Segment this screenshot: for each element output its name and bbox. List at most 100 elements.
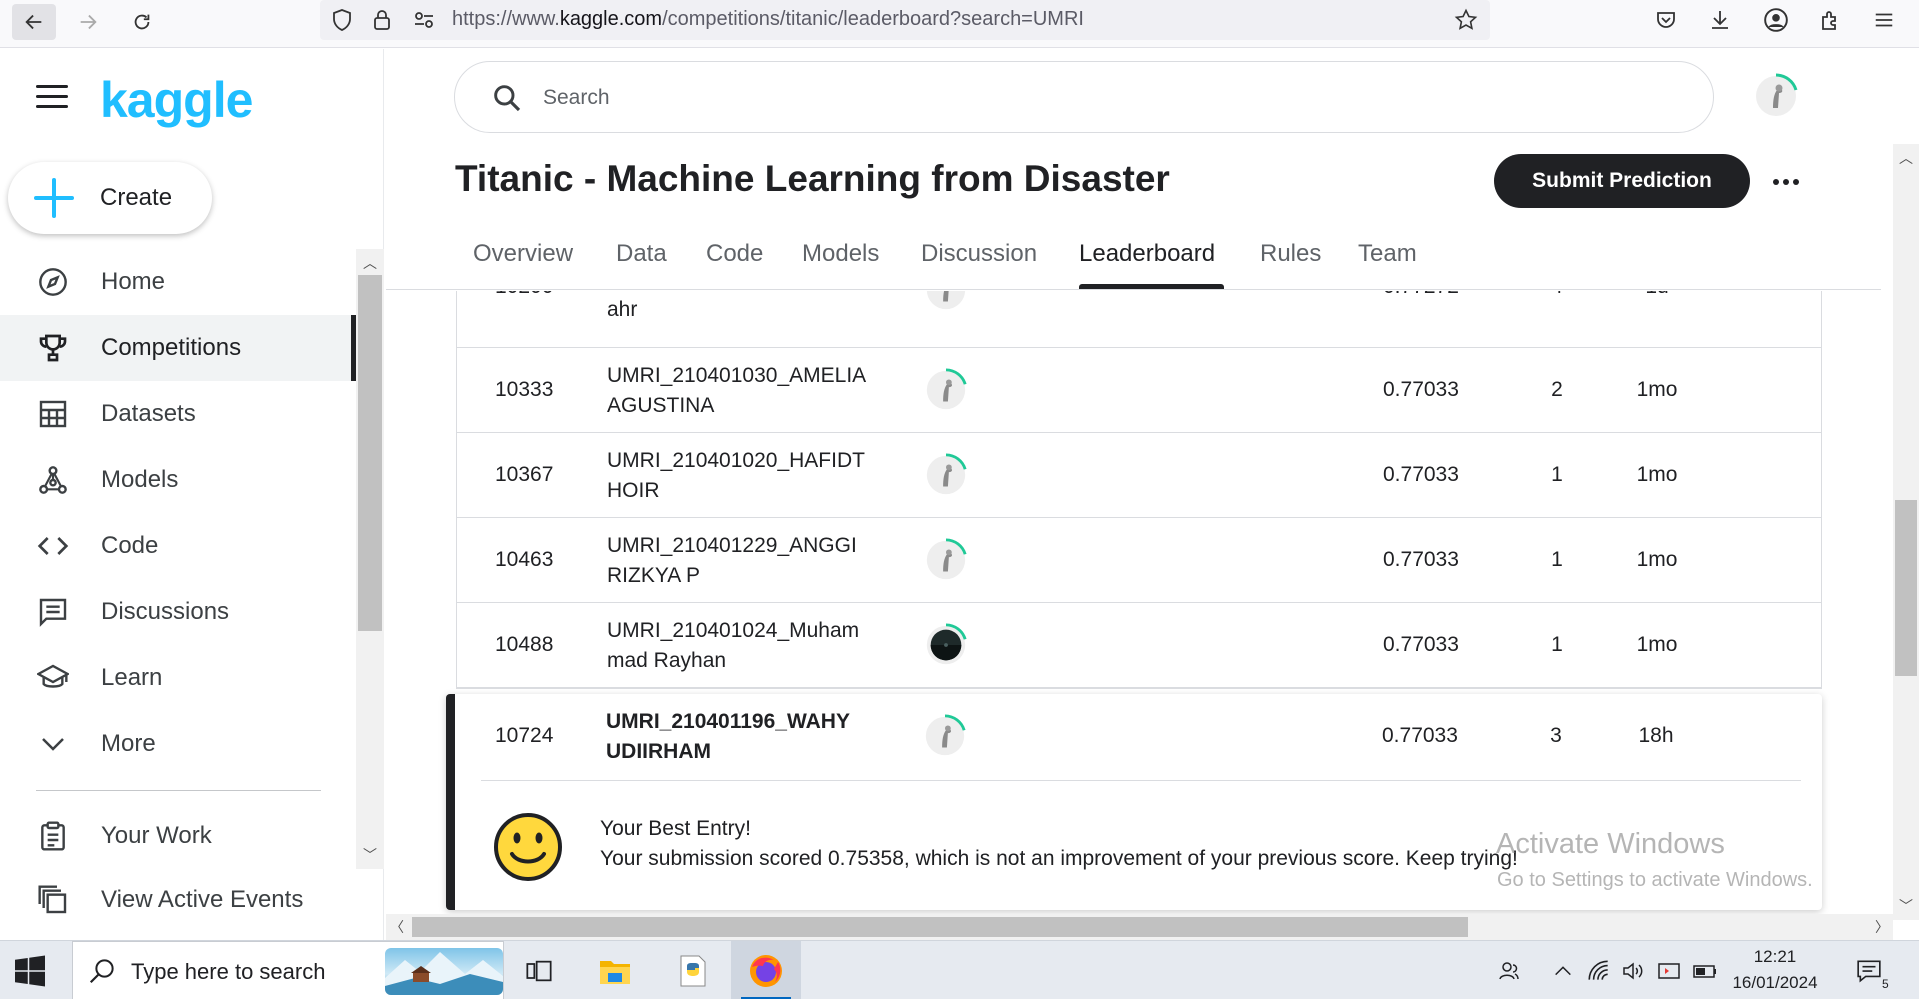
page-vertical-scrollbar[interactable]: ︿ ﹀ [1893, 144, 1919, 920]
team-name-cell[interactable]: UMRI_210401030_AMELIA AGUSTINA [607, 361, 887, 421]
menu-icon[interactable] [1870, 6, 1898, 34]
sidebar-item-more[interactable]: More [0, 711, 356, 777]
scroll-down-icon[interactable]: ﹀ [363, 845, 377, 865]
chevron-up-icon[interactable] [1550, 958, 1576, 984]
team-avatar[interactable] [923, 622, 969, 668]
reload-button[interactable] [120, 4, 164, 40]
clock-date[interactable]: 16/01/2024 [1712, 973, 1838, 993]
scroll-up-icon[interactable]: ︿ [1899, 148, 1913, 168]
sidebar-item-learn[interactable]: Learn [0, 645, 356, 711]
pocket-icon[interactable] [1652, 6, 1680, 34]
tab-data[interactable]: Data [616, 240, 667, 268]
lock-icon[interactable] [370, 8, 394, 32]
team-avatar[interactable] [923, 537, 969, 583]
back-button[interactable] [12, 4, 56, 40]
kaggle-logo[interactable]: kaggle [100, 71, 253, 129]
bookmark-star-icon[interactable] [1454, 8, 1478, 32]
clock-time[interactable]: 12:21 [1730, 947, 1820, 967]
sidebar-item-your-work[interactable]: Your Work [0, 803, 356, 869]
shield-icon[interactable] [330, 8, 354, 32]
user-avatar[interactable] [1752, 72, 1800, 120]
sidebar-item-datasets[interactable]: Datasets [0, 381, 356, 447]
sidebar-item-discussions[interactable]: Discussions [0, 579, 356, 645]
submit-prediction-button[interactable]: Submit Prediction [1494, 154, 1750, 208]
table-row[interactable]: 10463 UMRI_210401229_ANGGI RIZKYA P 0.770… [457, 518, 1821, 603]
team-name-cell[interactable]: UMRI_210401196_WAHY UDIIRHAM [606, 707, 886, 767]
python-editor-icon[interactable] [658, 941, 728, 999]
team-avatar[interactable] [923, 452, 969, 498]
rank-cell: 10488 [495, 633, 554, 656]
task-view-icon[interactable] [504, 941, 574, 999]
downloads-icon[interactable] [1706, 6, 1734, 34]
sidebar-item-code[interactable]: Code [0, 513, 356, 579]
scroll-left-icon[interactable]: 〈 [390, 917, 404, 937]
sidebar-item-home[interactable]: Home [0, 249, 356, 315]
notification-icon[interactable] [1856, 958, 1882, 984]
sidebar-scroll-thumb[interactable] [358, 275, 382, 631]
table-row[interactable]: 10488 UMRI_210401024_Muham mad Rayhan 0.7… [457, 603, 1821, 688]
scroll-right-icon[interactable]: 〉 [1875, 917, 1889, 937]
chevron-down-icon [36, 727, 70, 761]
team-name-cell[interactable]: UMRI_210401020_HAFIDT HOIR [607, 446, 887, 506]
team-name-line: AGUSTINA [607, 394, 715, 417]
extensions-icon[interactable] [1816, 6, 1844, 34]
sidebar-item-competitions[interactable]: Competitions [0, 315, 356, 381]
horizontal-scroll-thumb[interactable] [412, 917, 1468, 937]
score-cell: 0.77033 [1383, 378, 1459, 401]
search-input[interactable] [543, 80, 1643, 116]
people-icon[interactable] [1496, 958, 1522, 984]
tab-overview[interactable]: Overview [473, 240, 573, 268]
leaderboard-panel: 10200 ahr 0.77272 4 1d 10333 UMRI_210401… [386, 291, 1881, 918]
tab-team[interactable]: Team [1358, 240, 1417, 268]
sidebar-scrollbar[interactable]: ︿ ﹀ [356, 249, 384, 869]
more-options-icon[interactable] [1770, 166, 1802, 198]
team-name-cell[interactable]: UMRI_210401229_ANGGI RIZKYA P [607, 531, 887, 591]
scroll-down-icon[interactable]: ﹀ [1899, 896, 1913, 916]
team-name-line: UMRI_210401229_ANGGI [607, 534, 857, 557]
vertical-scroll-thumb[interactable] [1895, 500, 1917, 676]
team-name-line: UDIIRHAM [606, 740, 711, 763]
clipboard-icon [36, 819, 70, 853]
sidebar-item-label: Home [101, 268, 166, 295]
last-cell: 1mo [1636, 633, 1678, 656]
table-row[interactable]: 10367 UMRI_210401020_HAFIDT HOIR 0.77033 … [457, 433, 1821, 518]
tab-models[interactable]: Models [802, 240, 879, 268]
site-settings-icon[interactable] [412, 8, 436, 32]
team-name-line: RIZKYA P [607, 564, 700, 587]
tab-discussion[interactable]: Discussion [921, 240, 1037, 268]
wifi-icon[interactable] [1586, 958, 1612, 984]
firefox-icon[interactable] [731, 941, 801, 999]
search-bar[interactable] [454, 61, 1714, 133]
tab-leaderboard[interactable]: Leaderboard [1079, 240, 1215, 268]
code-icon [36, 529, 70, 563]
account-icon[interactable] [1762, 6, 1790, 34]
forward-button[interactable] [66, 4, 110, 40]
entries-cell: 3 [1550, 724, 1562, 747]
table-row[interactable]: 10333 UMRI_210401030_AMELIA AGUSTINA 0.77… [457, 348, 1821, 433]
team-name-line: UMRI_210401024_Muham [607, 619, 860, 642]
team-avatar[interactable] [923, 367, 969, 413]
team-name-cell[interactable]: ahr [607, 295, 887, 325]
taskbar-search-box[interactable]: Type here to search [72, 941, 504, 999]
sidebar-item-models[interactable]: Models [0, 447, 356, 513]
sidebar-item-view-active-events[interactable]: View Active Events [0, 867, 356, 933]
page-horizontal-scrollbar[interactable]: 〈 〉 [386, 914, 1893, 940]
url-text[interactable]: https://www.kaggle.com/competitions/tita… [452, 8, 1084, 31]
hamburger-menu-icon[interactable] [36, 85, 68, 109]
scroll-up-icon[interactable]: ︿ [363, 253, 377, 273]
create-button[interactable]: Create [8, 162, 212, 234]
tab-code[interactable]: Code [706, 240, 763, 268]
volume-icon[interactable] [1620, 958, 1646, 984]
file-explorer-icon[interactable] [580, 941, 650, 999]
team-avatar[interactable] [922, 713, 968, 759]
events-icon [36, 883, 70, 917]
sidebar: kaggle Create Home Competitions Datasets… [0, 49, 384, 940]
meet-now-icon[interactable] [1656, 958, 1682, 984]
address-bar[interactable]: https://www.kaggle.com/competitions/tita… [320, 0, 1490, 40]
team-avatar[interactable] [923, 291, 969, 313]
windows-start-icon[interactable] [12, 953, 48, 989]
tab-rules[interactable]: Rules [1260, 240, 1321, 268]
team-name-line: UMRI_210401030_AMELIA [607, 364, 867, 387]
team-name-cell[interactable]: UMRI_210401024_Muham mad Rayhan [607, 616, 887, 676]
table-row[interactable]: 10200 ahr 0.77272 4 1d [457, 291, 1821, 348]
